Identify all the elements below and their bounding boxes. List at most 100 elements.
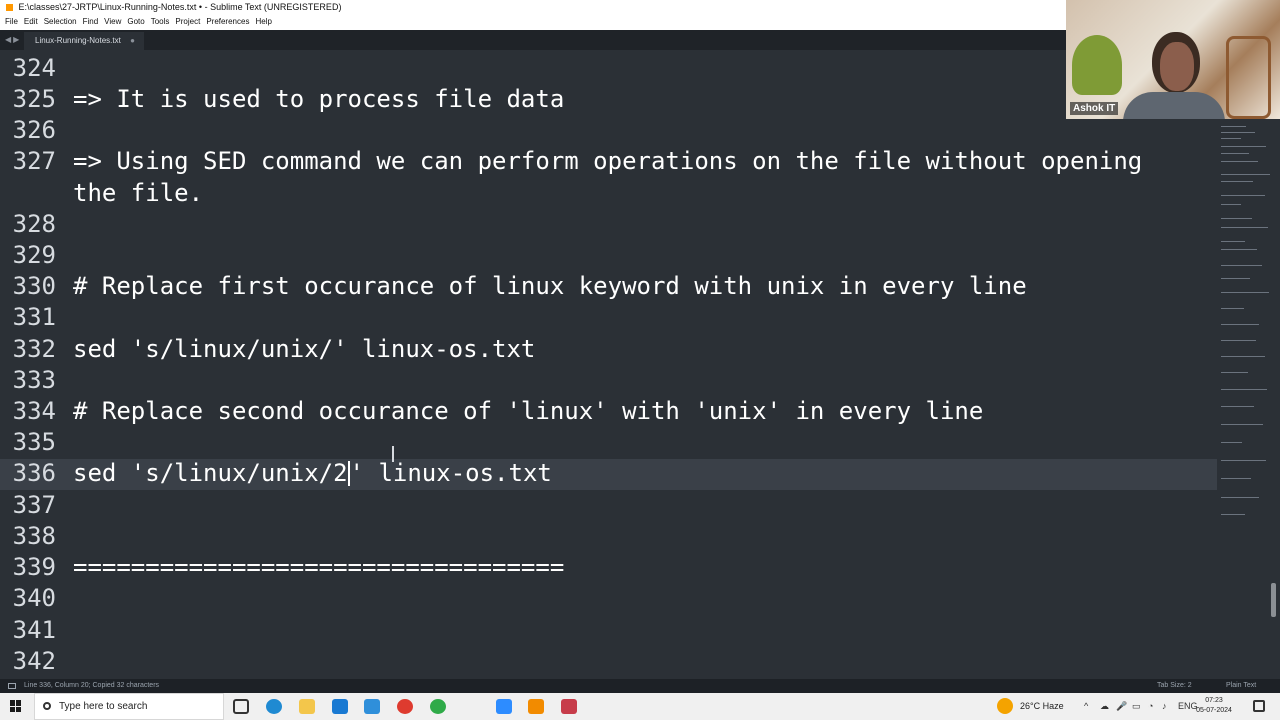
minimap-line: [1221, 308, 1244, 309]
minimap-line: [1221, 153, 1249, 154]
volume-icon[interactable]: ♪: [1162, 701, 1167, 711]
editor-comment-text: # Replace second occurance of 'linux' wi…: [73, 397, 984, 425]
unsaved-close-icon[interactable]: ●: [130, 32, 135, 50]
tray-expand-icon[interactable]: ^: [1084, 701, 1088, 711]
plant: [1072, 35, 1122, 95]
menu-tools[interactable]: Tools: [148, 14, 173, 30]
syntax-selector[interactable]: Plain Text: [1226, 679, 1256, 693]
line-number: 332: [12, 335, 56, 363]
edge-browser-icon[interactable]: [266, 699, 282, 714]
minimap-line: [1221, 241, 1245, 242]
sublime-text-icon: [6, 4, 13, 12]
line-number: 331: [12, 303, 56, 331]
line-number: 341: [12, 616, 56, 644]
minimap-line: [1221, 138, 1241, 139]
minimap-line: [1221, 204, 1241, 205]
minimap-line: [1221, 174, 1270, 175]
menu-find[interactable]: Find: [80, 14, 102, 30]
weather-status[interactable]: 26°C Haze: [1020, 701, 1064, 711]
minimap-line: [1221, 324, 1259, 325]
line-number: 333: [12, 366, 56, 394]
editor-command-text: sed 's/linux/unix/2' linux-os.txt: [73, 459, 552, 487]
line-number: 339: [12, 553, 56, 581]
status-bar: Line 336, Column 20; Copied 32 character…: [0, 679, 1280, 693]
line-number: 325: [12, 85, 56, 113]
minimap-line: [1221, 497, 1259, 498]
presenter-shirt: [1123, 92, 1225, 119]
sublime-text-taskbar-icon[interactable]: [528, 699, 544, 714]
editor-text: => Using SED command we can perform oper…: [73, 147, 1143, 175]
file-tab-label: Linux-Running-Notes.txt: [35, 36, 121, 45]
minimap-line: [1221, 424, 1263, 425]
minimap-line: [1221, 478, 1251, 479]
menu-selection[interactable]: Selection: [41, 14, 80, 30]
line-number: 340: [12, 584, 56, 612]
minimap-line: [1221, 146, 1266, 147]
notifications-icon[interactable]: [1253, 700, 1265, 712]
editor-text: => It is used to process file data: [73, 85, 565, 113]
panel-toggle-icon[interactable]: [8, 683, 16, 689]
editor-comment-text: # Replace first occurance of linux keywo…: [73, 272, 1027, 300]
chrome-icon[interactable]: [397, 699, 413, 714]
windows-start-icon[interactable]: [10, 700, 22, 712]
network-icon[interactable]: ☁: [1100, 701, 1109, 712]
minimap-line: [1221, 442, 1242, 443]
presenter-webcam-overlay: Ashok IT: [1066, 0, 1280, 119]
wifi-icon[interactable]: ◔: [1148, 701, 1153, 711]
minimap-line: [1221, 195, 1265, 196]
line-number: 324: [12, 54, 56, 82]
file-explorer-icon[interactable]: [299, 699, 315, 714]
line-number: 334: [12, 397, 56, 425]
text-after-cursor: ' linux-os.txt: [349, 459, 552, 487]
minimap-line: [1221, 278, 1250, 279]
search-icon: [43, 702, 51, 710]
task-view-icon[interactable]: [233, 699, 249, 714]
battery-icon[interactable]: ▭: [1132, 701, 1141, 712]
minimap-line: [1221, 460, 1266, 461]
presenter-name: Ashok IT: [1070, 102, 1119, 115]
line-number: 326: [12, 116, 56, 144]
window-title: E:\classes\27-JRTP\Linux-Running-Notes.t…: [18, 2, 342, 12]
current-editor-line: 336 sed 's/linux/unix/2' linux-os.txt: [0, 459, 1217, 490]
git-icon[interactable]: [561, 699, 577, 714]
line-number: 337: [12, 491, 56, 519]
menu-project[interactable]: Project: [172, 14, 203, 30]
weather-sun-icon[interactable]: [997, 698, 1013, 714]
mail-icon[interactable]: [364, 699, 380, 714]
search-placeholder: Type here to search: [59, 701, 148, 712]
minimap-line: [1221, 218, 1252, 219]
microphone-icon[interactable]: 🎤: [1116, 701, 1127, 712]
menu-preferences[interactable]: Preferences: [203, 14, 252, 30]
tab-navigation-icons[interactable]: ◀▶: [5, 35, 21, 44]
minimap-line: [1221, 227, 1268, 228]
whatsapp-icon[interactable]: [430, 699, 446, 714]
store-icon[interactable]: [332, 699, 348, 714]
line-number: 327: [12, 147, 56, 175]
menu-file[interactable]: File: [2, 14, 21, 30]
menu-edit[interactable]: Edit: [21, 14, 41, 30]
line-number: 336: [12, 459, 56, 487]
line-number: 330: [12, 272, 56, 300]
minimap-line: [1221, 126, 1246, 127]
menu-view[interactable]: View: [101, 14, 124, 30]
taskbar-search-box[interactable]: Type here to search: [34, 693, 224, 720]
menu-help[interactable]: Help: [252, 14, 274, 30]
minimap-line: [1221, 356, 1265, 357]
mouse-ibeam-icon: [392, 446, 394, 462]
vertical-scrollbar[interactable]: [1271, 583, 1276, 617]
cursor-status: Line 336, Column 20; Copied 32 character…: [24, 682, 160, 689]
minimap-line: [1221, 514, 1245, 515]
zoom-icon[interactable]: [496, 699, 512, 714]
presenter-face: [1160, 42, 1194, 91]
clock-date: 05-07-2024: [1196, 707, 1232, 714]
line-number: 342: [12, 647, 56, 675]
minimap-line: [1221, 132, 1255, 133]
tab-size-selector[interactable]: Tab Size: 2: [1157, 679, 1192, 693]
taskbar-clock[interactable]: 07:23 05-07-2024: [1192, 696, 1236, 716]
menu-goto[interactable]: Goto: [124, 14, 147, 30]
code-editor[interactable]: 324 325 => It is used to process file da…: [0, 50, 1217, 679]
clock-time: 07:23: [1205, 697, 1223, 704]
minimap-line: [1221, 249, 1257, 250]
file-tab-linux-running-notes[interactable]: Linux-Running-Notes.txt ●: [24, 32, 144, 50]
minimap-line: [1221, 265, 1262, 266]
